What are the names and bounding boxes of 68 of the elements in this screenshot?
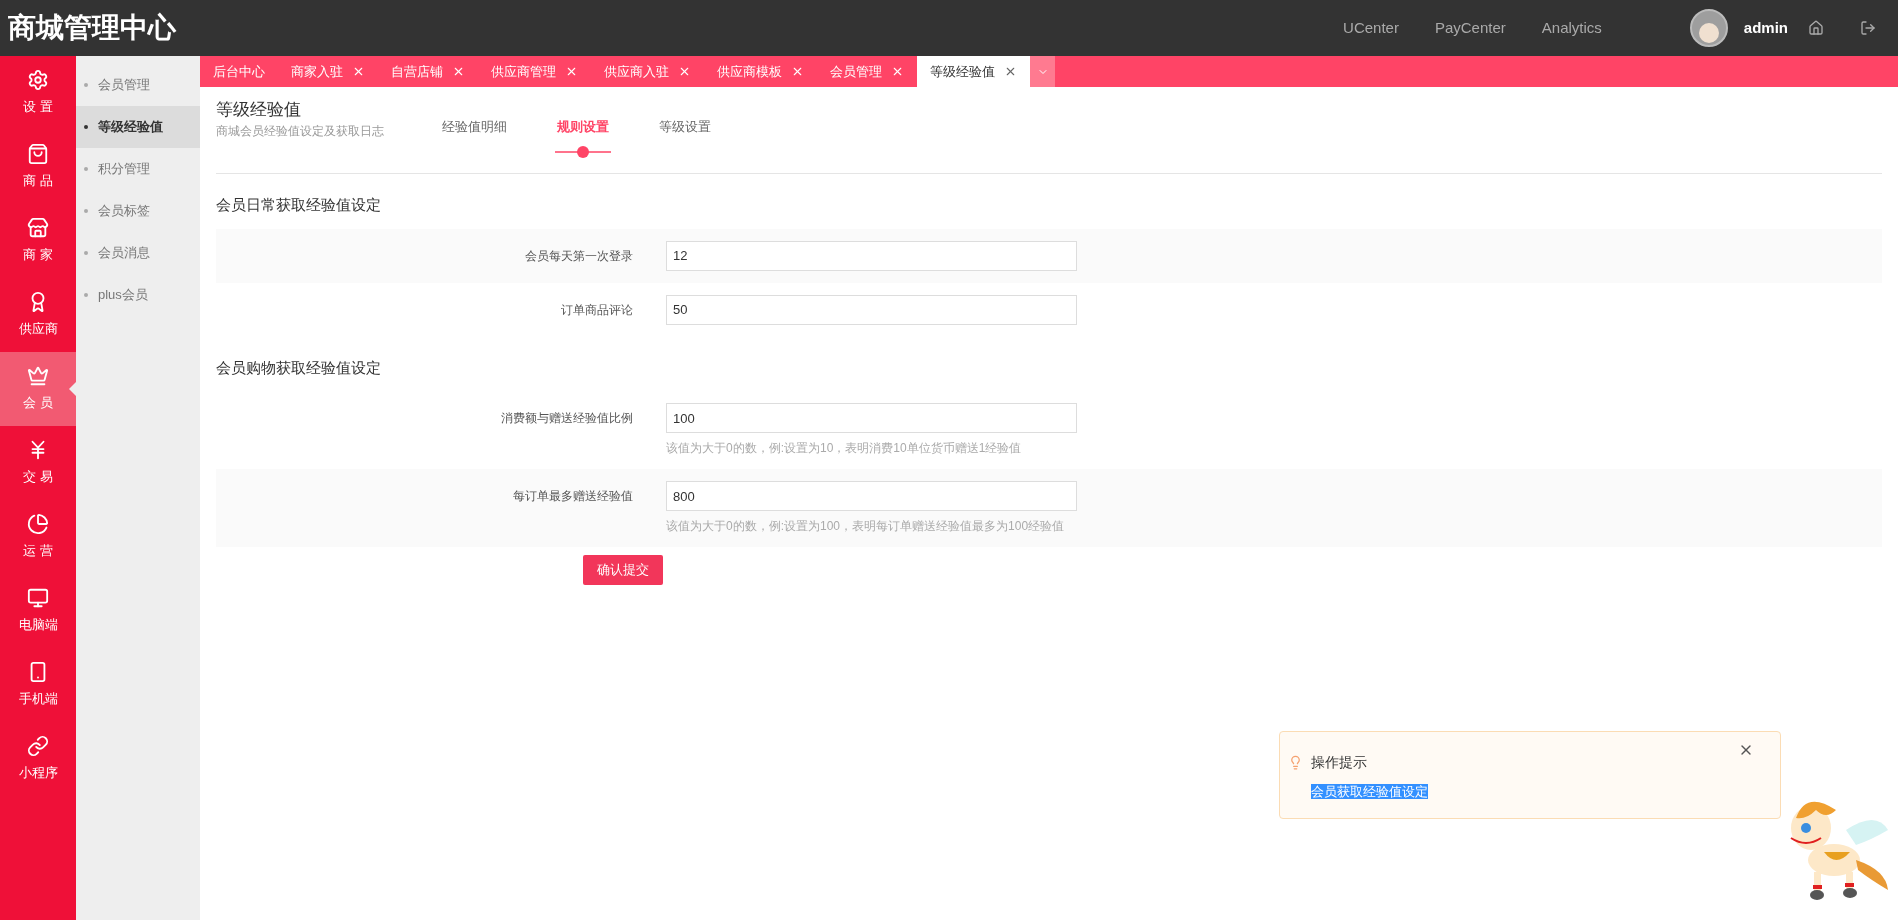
field-hint: 该值为大于0的数，例:设置为100，表明每订单赠送经验值最多为100经验值 <box>666 518 1066 535</box>
user-name[interactable]: admin <box>1743 16 1788 40</box>
sidebar-item[interactable]: 小程序 <box>0 722 76 796</box>
app-title: 商城管理中心 <box>8 11 176 45</box>
page-subtitle: 商城会员经验值设定及获取日志 <box>216 123 385 140</box>
field-label: 订单商品评论 <box>560 301 633 319</box>
close-icon[interactable] <box>678 65 691 78</box>
close-icon[interactable] <box>791 65 804 78</box>
sidebar-item[interactable]: 运 营 <box>0 500 76 574</box>
pie-chart-icon <box>27 513 49 536</box>
tip-title: 操作提示 <box>1311 753 1367 772</box>
sidebar-item[interactable]: 商 家 <box>0 204 76 278</box>
subnav-item[interactable]: plus会员 <box>76 274 200 316</box>
tab[interactable]: 供应商模板 <box>704 56 817 87</box>
tab[interactable]: 等级经验值 <box>917 56 1030 87</box>
tip-text: 会员获取经验值设定 <box>1311 784 1428 799</box>
sidebar-item[interactable]: 会 员 <box>0 352 76 426</box>
sidebar-item[interactable]: 商 品 <box>0 130 76 204</box>
submit-button[interactable]: 确认提交 <box>583 555 663 585</box>
subnav-item[interactable]: 会员消息 <box>76 232 200 274</box>
tab[interactable]: 后台中心 <box>200 56 278 87</box>
sidebar-item[interactable]: 设 置 <box>0 56 76 130</box>
close-icon[interactable] <box>891 65 904 78</box>
field-label: 每订单最多赠送经验值 <box>512 488 633 505</box>
close-icon[interactable] <box>1004 65 1017 78</box>
avatar[interactable] <box>1689 9 1728 47</box>
subtab[interactable]: 经验值明细 <box>442 117 507 137</box>
gear-icon <box>27 69 49 92</box>
sidebar-item[interactable]: 电脑端 <box>0 574 76 648</box>
bag-icon <box>27 143 49 166</box>
page-title: 等级经验值 <box>216 98 302 121</box>
nav-link[interactable]: UCenter <box>1343 16 1399 40</box>
nav-link[interactable]: PayCenter <box>1434 16 1506 40</box>
field-hint: 该值为大于0的数，例:设置为10，表明消费10单位货币赠送1经验值 <box>666 440 1023 457</box>
input-field[interactable]: 12 <box>666 240 1077 271</box>
store-icon <box>27 217 49 240</box>
home-icon[interactable] <box>1808 20 1824 36</box>
tab[interactable]: 商家入驻 <box>278 56 378 87</box>
input-field[interactable]: 800 <box>666 481 1077 511</box>
subnav-item[interactable]: 会员标签 <box>76 190 200 232</box>
close-icon[interactable] <box>352 65 365 78</box>
close-icon[interactable] <box>452 65 465 78</box>
section-title: 会员购物获取经验值设定 <box>216 357 382 378</box>
tab[interactable]: 供应商入驻 <box>591 56 704 87</box>
monitor-icon <box>27 587 49 610</box>
subtab[interactable]: 规则设置 <box>557 117 609 137</box>
link-icon <box>27 735 49 758</box>
tab[interactable]: 自营店铺 <box>378 56 478 87</box>
logout-icon[interactable] <box>1860 20 1876 36</box>
tab[interactable]: 供应商管理 <box>478 56 591 87</box>
subnav-item[interactable]: 会员管理 <box>76 64 200 106</box>
field-label: 会员每天第一次登录 <box>524 247 633 265</box>
active-indicator-icon <box>555 144 611 159</box>
crown-icon <box>27 365 49 388</box>
sidebar-item[interactable]: 手机端 <box>0 648 76 722</box>
subnav-item[interactable]: 等级经验值 <box>76 106 200 148</box>
input-field[interactable]: 100 <box>666 403 1077 433</box>
input-field[interactable]: 50 <box>666 294 1077 325</box>
close-icon[interactable] <box>565 65 578 78</box>
field-label: 消费额与赠送经验值比例 <box>500 410 633 427</box>
tab[interactable]: 会员管理 <box>817 56 917 87</box>
section-title: 会员日常获取经验值设定 <box>216 195 382 215</box>
sidebar-item[interactable]: 交 易 <box>0 426 76 500</box>
lightbulb-icon <box>1288 755 1303 770</box>
subtab[interactable]: 等级设置 <box>659 117 711 137</box>
subnav-item[interactable]: 积分管理 <box>76 148 200 190</box>
nav-link[interactable]: Analytics <box>1541 16 1602 40</box>
sidebar-item[interactable]: 供应商 <box>0 278 76 352</box>
